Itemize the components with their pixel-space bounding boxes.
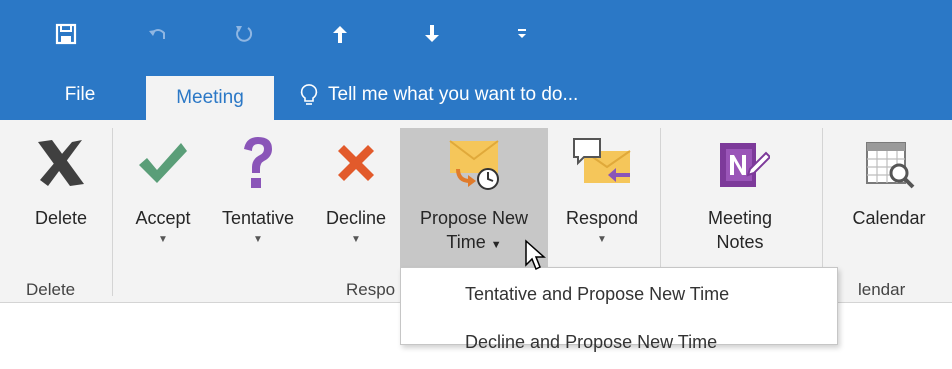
redo-icon [236, 26, 253, 42]
calendar-button[interactable]: Calendar [836, 128, 942, 278]
up-arrow-icon [333, 26, 347, 43]
accept-button[interactable]: Accept ▼ [122, 128, 204, 278]
next-item-button[interactable] [412, 14, 452, 54]
propose-new-time-menu: Tentative and Propose New Time Decline a… [400, 267, 838, 352]
delete-x-icon [38, 140, 84, 186]
delete-button[interactable]: Delete [18, 128, 104, 278]
group-label-calendar: lendar [858, 280, 906, 299]
redo-button[interactable] [224, 14, 264, 54]
save-button[interactable] [46, 14, 86, 54]
checkmark-icon [139, 143, 187, 183]
save-icon [55, 23, 77, 45]
dropdown-arrow-icon: ▼ [351, 234, 361, 245]
meeting-notes-label-line2: Notes [716, 232, 764, 252]
down-arrow-icon [425, 25, 439, 42]
decline-button[interactable]: Decline ▼ [312, 128, 400, 278]
quick-access-toolbar [0, 0, 952, 70]
meeting-notes-button[interactable]: Meeting Notes [680, 128, 800, 278]
tell-me-box[interactable]: Tell me what you want to do... [300, 70, 578, 120]
undo-button[interactable] [138, 14, 178, 54]
onenote-icon [720, 143, 770, 187]
group-label-delete: Delete [26, 280, 76, 299]
tell-me-text: Tell me what you want to do... [328, 84, 579, 105]
tab-file[interactable]: File [40, 70, 120, 120]
lightbulb-icon [300, 84, 318, 105]
menu-item-decline-propose[interactable]: Decline and Propose New Time [465, 332, 717, 353]
tab-meeting[interactable]: Meeting [146, 76, 274, 120]
dropdown-arrow-icon: ▼ [158, 234, 168, 245]
question-icon [244, 137, 272, 188]
group-label-respond: Respo [346, 280, 396, 299]
decline-label: Decline [325, 208, 387, 228]
group-separator [112, 128, 113, 296]
respond-icon [573, 138, 631, 183]
delete-label: Delete [34, 208, 88, 228]
tentative-button[interactable]: Tentative ▼ [206, 128, 310, 278]
customize-toolbar-button[interactable] [502, 14, 542, 54]
meeting-notes-label-line1: Meeting [707, 208, 773, 228]
respond-button[interactable]: Respond ▼ [556, 128, 648, 278]
decline-x-icon [338, 145, 374, 181]
cursor-icon [525, 239, 546, 271]
tentative-label: Tentative [221, 208, 295, 228]
propose-time-icon [449, 140, 499, 190]
respond-label: Respond [565, 208, 639, 228]
propose-new-time-label-line2: Time ▼ [446, 232, 502, 252]
ribbon-tabs: File Meeting Tell me what you want to do… [0, 70, 952, 120]
propose-new-time-label-line1: Propose New [419, 208, 529, 228]
customize-icon [518, 29, 526, 38]
dropdown-arrow-icon: ▼ [597, 234, 607, 245]
calendar-label: Calendar [852, 208, 926, 228]
calendar-icon [866, 142, 915, 189]
undo-icon [149, 29, 165, 39]
menu-item-tentative-propose[interactable]: Tentative and Propose New Time [465, 284, 729, 305]
accept-label: Accept [135, 208, 191, 228]
previous-item-button[interactable] [320, 14, 360, 54]
dropdown-arrow-icon: ▼ [253, 234, 263, 245]
mouse-cursor [524, 239, 546, 276]
